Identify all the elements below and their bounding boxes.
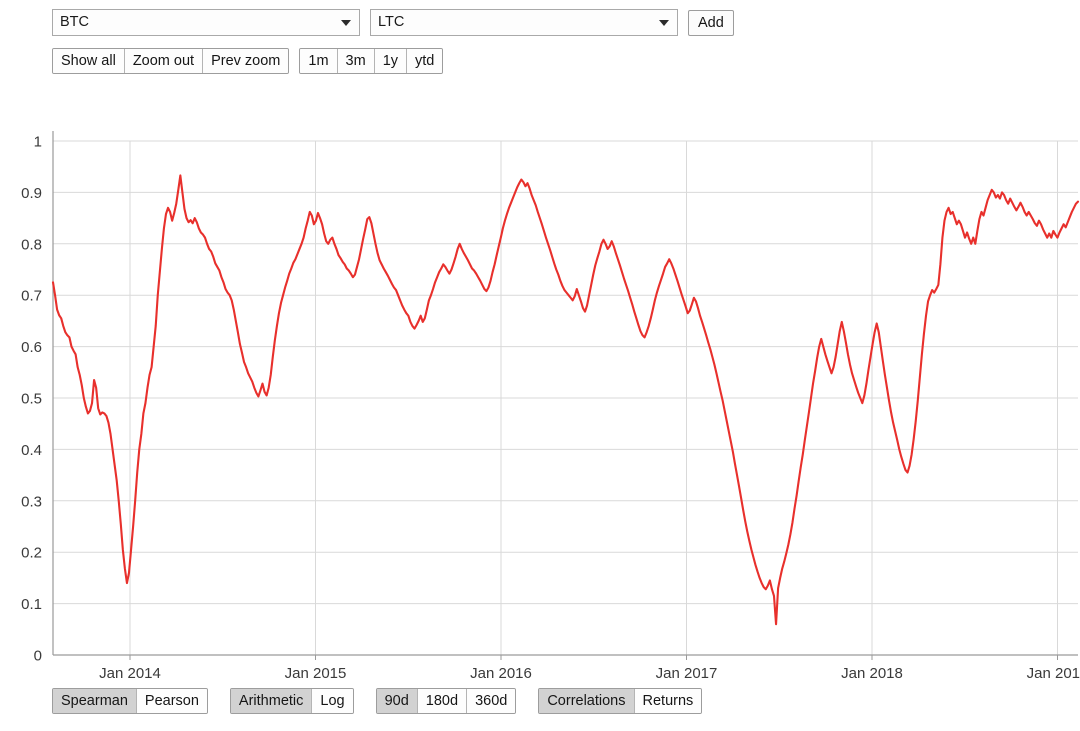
- svg-text:0.6: 0.6: [21, 339, 42, 356]
- zoom-range-group: 1m 3m 1y ytd: [299, 48, 444, 74]
- svg-text:Jan 2019: Jan 2019: [1027, 665, 1080, 680]
- zoom-range-3m[interactable]: 3m: [337, 49, 375, 73]
- method-group: Spearman Pearson: [52, 688, 208, 714]
- zoom-nav-show-all[interactable]: Show all: [53, 49, 125, 73]
- asset-b-select-wrapper: BTCETHXRPLTCBCH: [370, 9, 678, 36]
- svg-text:0.7: 0.7: [21, 288, 42, 305]
- zoom-range-ytd[interactable]: ytd: [407, 49, 443, 73]
- svg-text:0: 0: [34, 648, 42, 665]
- method-spearman[interactable]: Spearman: [53, 689, 137, 713]
- svg-text:0.4: 0.4: [21, 442, 42, 459]
- bottom-toolbar: Spearman Pearson Arithmetic Log 90d 180d 360…: [0, 688, 703, 714]
- svg-text:0.2: 0.2: [21, 545, 42, 562]
- x-tick-marks: [129, 655, 1058, 660]
- svg-text:Jan 2015: Jan 2015: [285, 665, 347, 680]
- svg-text:0.3: 0.3: [21, 493, 42, 510]
- svg-text:0.5: 0.5: [21, 391, 42, 408]
- svg-text:1: 1: [34, 134, 42, 151]
- window-90d[interactable]: 90d: [376, 689, 418, 713]
- zoom-range-1y[interactable]: 1y: [374, 49, 408, 73]
- zoom-nav-prev-zoom[interactable]: Prev zoom: [203, 49, 289, 73]
- metric-correlations[interactable]: Correlations: [539, 689, 635, 713]
- asset-a-select[interactable]: BTCETHXRPLTCBCH: [52, 9, 360, 36]
- asset-a-select-wrapper: BTCETHXRPLTCBCH: [52, 9, 360, 36]
- method-pearson[interactable]: Pearson: [136, 689, 207, 713]
- window-group: 90d 180d 360d: [375, 688, 517, 714]
- correlation-series-line: [51, 174, 1080, 626]
- zoom-nav-zoom-out[interactable]: Zoom out: [124, 49, 204, 73]
- y-axis-labels: 0 0.1 0.2 0.3 0.4 0.5 0.6 0.7 0.8 0.9 1: [21, 134, 42, 665]
- svg-text:Jan 2018: Jan 2018: [841, 665, 903, 680]
- add-button[interactable]: Add: [688, 9, 734, 36]
- metric-group: Correlations Returns: [538, 688, 703, 714]
- svg-text:0.8: 0.8: [21, 236, 42, 253]
- scale-log[interactable]: Log: [312, 689, 353, 713]
- scale-group: Arithmetic Log: [229, 688, 354, 714]
- grid-lines: [53, 140, 1078, 655]
- zoom-nav-group: Show all Zoom out Prev zoom: [52, 48, 290, 74]
- top-toolbar: BTCETHXRPLTCBCH BTCETHXRPLTCBCH Add: [0, 0, 1080, 36]
- window-180d[interactable]: 180d: [417, 689, 468, 713]
- zoom-range-1m[interactable]: 1m: [300, 49, 338, 73]
- window-360d[interactable]: 360d: [467, 689, 516, 713]
- svg-text:Jan 2017: Jan 2017: [656, 665, 718, 680]
- zoom-toolbar: Show all Zoom out Prev zoom 1m 3m 1y ytd: [0, 36, 1080, 74]
- correlation-chart[interactable]: 0 0.1 0.2 0.3 0.4 0.5 0.6 0.7 0.8 0.9 1 Jan 2014 Ja…: [0, 110, 1080, 680]
- scale-arithmetic[interactable]: Arithmetic: [230, 689, 313, 713]
- x-axis-labels: Jan 2014 Jan 2015 Jan 2016 Jan 2017 Jan 2018…: [99, 665, 1080, 680]
- svg-text:0.1: 0.1: [21, 596, 42, 613]
- svg-text:Jan 2016: Jan 2016: [470, 665, 532, 680]
- asset-b-select[interactable]: BTCETHXRPLTCBCH: [370, 9, 678, 36]
- metric-returns[interactable]: Returns: [634, 689, 702, 713]
- svg-text:0.9: 0.9: [21, 185, 42, 202]
- svg-text:Jan 2014: Jan 2014: [99, 665, 161, 680]
- chart-svg: 00.10.20.30.40.50.60.70.80.91 Jan 2014 Ja…: [21, 131, 1080, 680]
